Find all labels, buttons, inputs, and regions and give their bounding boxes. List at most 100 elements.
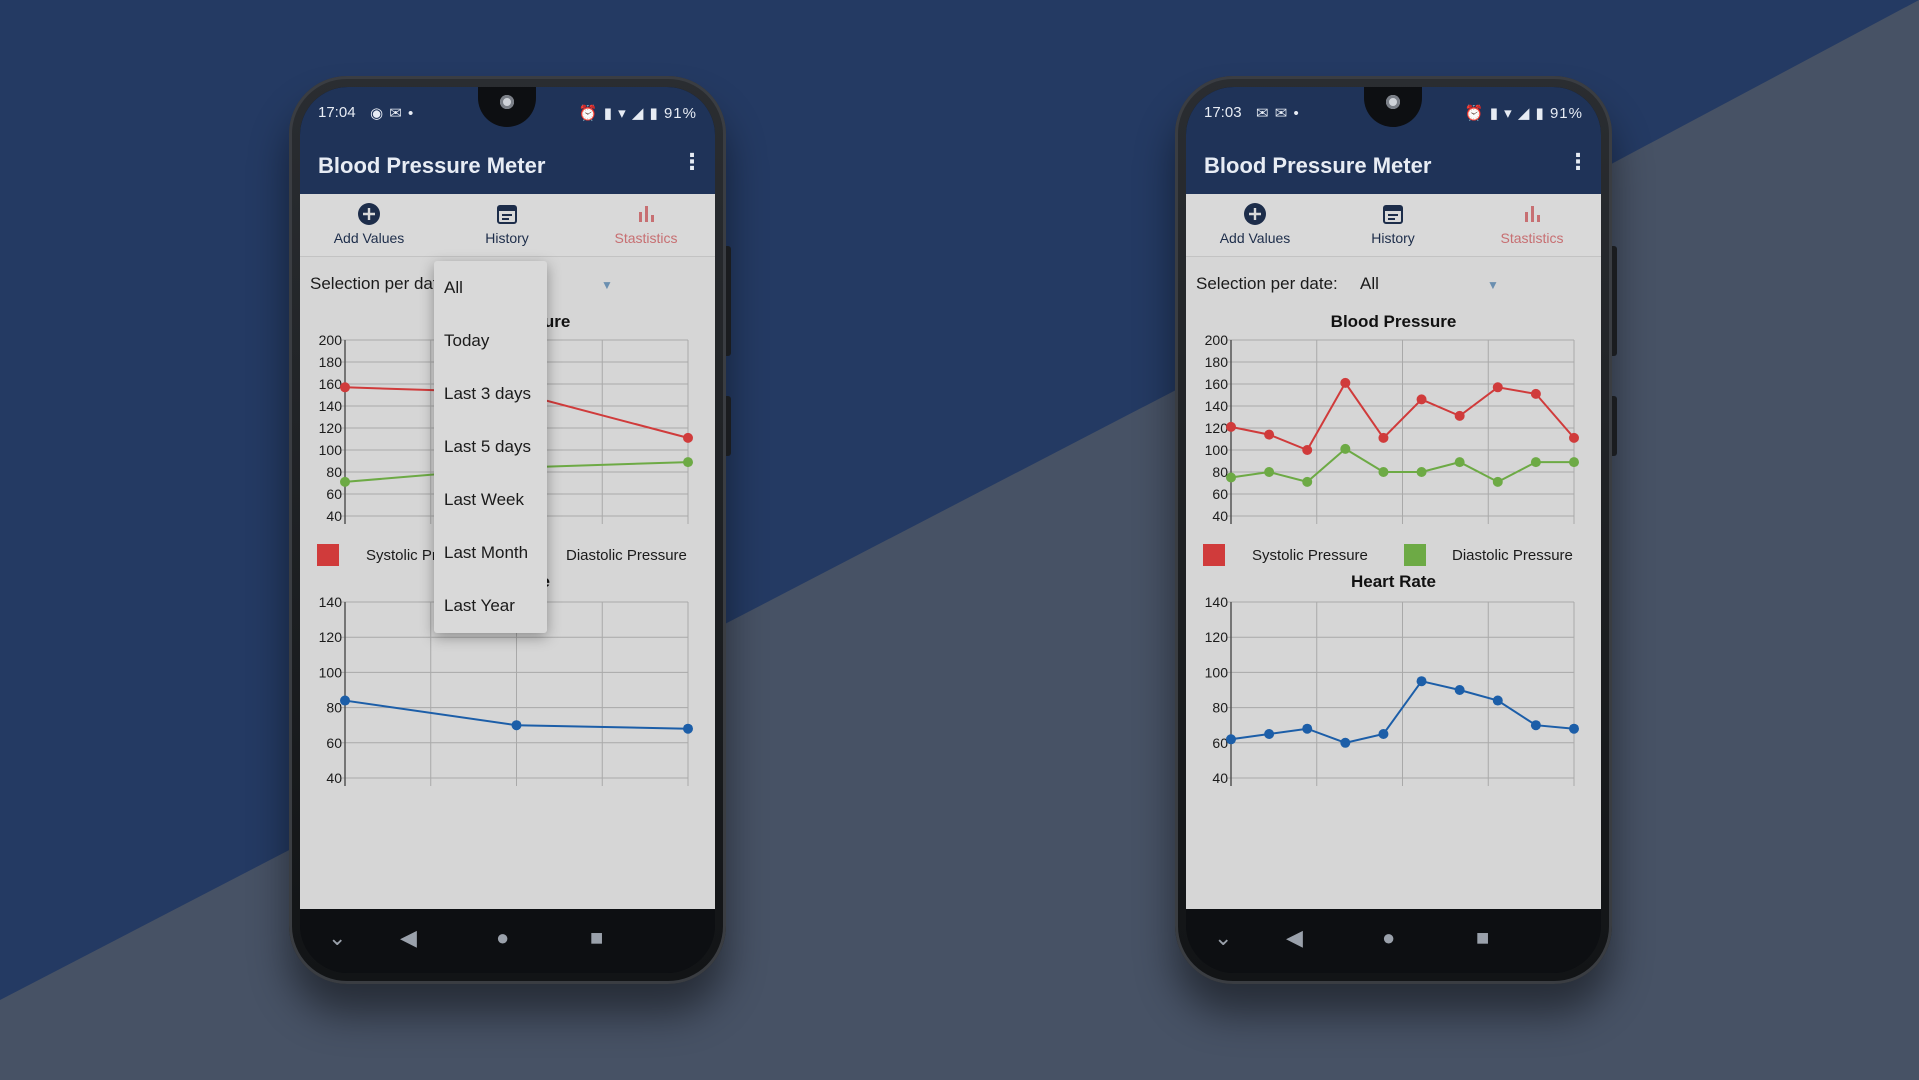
y-tick-label: 100	[319, 442, 343, 458]
data-point	[1226, 421, 1236, 432]
navigation-bar: ⌄ ◀ ● ■	[1186, 909, 1601, 973]
y-tick-label: 40	[1212, 508, 1228, 524]
data-point	[1264, 729, 1275, 739]
y-tick-label: 60	[1212, 735, 1228, 751]
system-status-icons: ⏰ ▮ ▾ ◢ ▮ 91%	[1464, 105, 1583, 122]
data-point	[340, 695, 350, 706]
systolic-swatch	[317, 544, 339, 566]
nav-hide-icon[interactable]: ⌄	[328, 925, 346, 951]
screen: 17:04 ◉ ✉ • ⏰ ▮ ▾ ◢ ▮ 91% Blood Pressure…	[300, 87, 715, 973]
bp-chart-title: Blood Pressure	[1330, 312, 1457, 331]
tab-label: Add Values	[333, 230, 405, 246]
menu-option-last-year[interactable]: Last Year	[434, 579, 547, 632]
status-time: 17:04	[318, 104, 356, 121]
y-tick-label: 60	[1212, 486, 1228, 502]
selection-label: Selection per date:	[1196, 274, 1338, 293]
calendar-icon	[1383, 205, 1403, 224]
recents-icon[interactable]: ■	[590, 925, 603, 951]
menu-option-last-week[interactable]: Last Week	[434, 473, 547, 526]
data-point	[1302, 723, 1313, 734]
app-title: Blood Pressure Meter	[1204, 153, 1432, 178]
y-tick-label: 160	[319, 376, 343, 392]
y-tick-label: 40	[326, 508, 342, 524]
y-tick-label: 180	[319, 354, 343, 370]
data-point	[1454, 457, 1465, 468]
data-point	[1530, 457, 1541, 468]
data-point	[1340, 737, 1351, 748]
data-point	[1454, 410, 1465, 421]
data-point	[1569, 457, 1579, 468]
data-point	[511, 720, 522, 731]
data-point	[340, 476, 350, 487]
data-point	[1530, 720, 1541, 731]
overflow-menu-icon[interactable]: ⋮	[681, 149, 703, 175]
dropdown-arrow-icon[interactable]: ▼	[1487, 278, 1499, 292]
menu-option-last-5-days[interactable]: Last 5 days	[434, 420, 547, 473]
y-tick-label: 100	[1205, 442, 1229, 458]
tab-statistics[interactable]: Stastistics	[1463, 202, 1601, 246]
y-tick-label: 120	[319, 629, 343, 645]
phone-right: 17:03 ✉ ✉ • ⏰ ▮ ▾ ◢ ▮ 91% Blood Pressure…	[1175, 76, 1617, 984]
home-icon[interactable]: ●	[1382, 925, 1395, 951]
system-status-icons: ⏰ ▮ ▾ ◢ ▮ 91%	[578, 105, 697, 122]
content: Add Values History Stastistics Selection…	[300, 194, 715, 909]
tab-statistics[interactable]: Stastistics	[577, 202, 715, 246]
notification-icons: ◉ ✉ •	[370, 105, 415, 122]
nav-hide-icon[interactable]: ⌄	[1214, 925, 1232, 951]
data-point	[1416, 676, 1427, 687]
menu-option-last-month[interactable]: Last Month	[434, 526, 547, 579]
tab-history[interactable]: History	[438, 202, 576, 246]
y-tick-label: 80	[1212, 700, 1228, 716]
heart-rate-chart: 40 60 80 100 120 140	[1205, 596, 1579, 786]
back-icon[interactable]: ◀	[400, 925, 417, 951]
app-bar: Blood Pressure Meter ⋮	[300, 137, 715, 194]
tab-label: Stastistics	[614, 230, 678, 246]
bar-chart-icon	[639, 206, 654, 222]
phone-left: 17:04 ◉ ✉ • ⏰ ▮ ▾ ◢ ▮ 91% Blood Pressure…	[289, 76, 731, 984]
data-point	[1378, 432, 1389, 443]
selection-value[interactable]: All	[1360, 274, 1379, 294]
calendar-icon	[497, 205, 517, 224]
y-tick-label: 80	[1212, 464, 1228, 480]
add-circle-icon	[358, 203, 380, 225]
legend: Systolic Pressure Diastolic Pressure	[1186, 540, 1601, 566]
data-point	[1264, 429, 1275, 440]
tab-bar: Add Values History Stastistics	[300, 194, 715, 257]
y-tick-label: 160	[1205, 376, 1229, 392]
legend-diastolic: Diastolic Pressure	[566, 547, 687, 564]
y-tick-label: 100	[319, 664, 343, 680]
notification-icons: ✉ ✉ •	[1256, 105, 1300, 122]
y-tick-label: 60	[326, 486, 342, 502]
data-point	[1302, 476, 1313, 487]
data-point	[1492, 695, 1503, 706]
systolic-swatch	[1203, 544, 1225, 566]
overflow-menu-icon[interactable]: ⋮	[1567, 149, 1589, 175]
tab-add-values[interactable]: Add Values	[300, 202, 438, 246]
y-tick-label: 40	[326, 770, 342, 786]
y-tick-label: 200	[319, 334, 343, 348]
y-tick-label: 140	[1205, 596, 1229, 610]
data-point	[1492, 476, 1503, 487]
y-tick-label: 80	[326, 464, 342, 480]
menu-option-all[interactable]: All	[434, 261, 547, 314]
dropdown-arrow-icon[interactable]: ▼	[601, 278, 613, 292]
navigation-bar: ⌄ ◀ ● ■	[300, 909, 715, 973]
back-icon[interactable]: ◀	[1286, 925, 1303, 951]
y-tick-label: 100	[1205, 664, 1229, 680]
menu-option-today[interactable]: Today	[434, 314, 547, 367]
menu-option-last-3-days[interactable]: Last 3 days	[434, 367, 547, 420]
y-tick-label: 140	[319, 398, 343, 414]
home-icon[interactable]: ●	[496, 925, 509, 951]
y-tick-label: 200	[1205, 334, 1229, 348]
tab-label: History	[1371, 230, 1415, 246]
legend-diastolic: Diastolic Pressure	[1452, 547, 1573, 564]
data-point	[1226, 472, 1236, 483]
recents-icon[interactable]: ■	[1476, 925, 1489, 951]
tab-history[interactable]: History	[1324, 202, 1462, 246]
data-point	[1454, 685, 1465, 695]
y-tick-label: 140	[1205, 398, 1229, 414]
tab-add-values[interactable]: Add Values	[1186, 202, 1324, 246]
legend-systolic: Systolic Pressure	[1252, 547, 1368, 564]
background	[0, 0, 1919, 1080]
diastolic-swatch	[1404, 544, 1426, 566]
